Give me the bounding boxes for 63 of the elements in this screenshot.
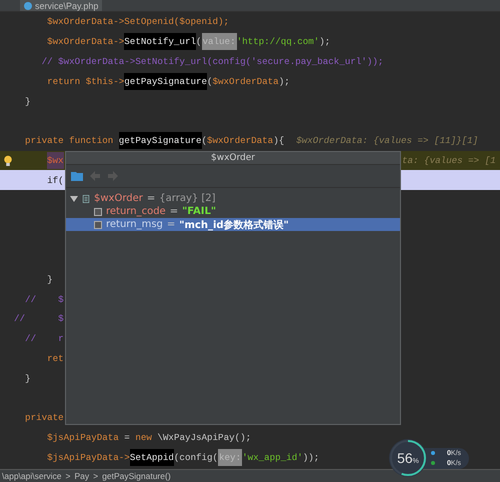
variable: $wxOrderData->SetOpenid($openid); xyxy=(46,16,230,28)
breadcrumb-item[interactable]: Pay xyxy=(74,471,90,481)
inline-value-hint: ta: {values => [1 xyxy=(402,154,496,166)
code-text: \WxPayJsApiPay(); xyxy=(156,432,252,444)
breadcrumb-item[interactable]: getPaySignature() xyxy=(102,471,171,481)
function-name: getPaySignature xyxy=(124,72,207,90)
breadcrumb-separator: > xyxy=(66,471,71,481)
code-text: ( xyxy=(207,76,213,87)
keyword: ret xyxy=(46,352,64,364)
variable: $wxOrderData-> xyxy=(46,36,124,48)
code-text: = xyxy=(123,432,131,444)
breadcrumb-item[interactable]: \app\api\service xyxy=(2,471,62,481)
keyword: private xyxy=(24,412,64,424)
code-text: ); xyxy=(319,36,330,48)
function-name: SetNotify_url xyxy=(124,33,196,50)
equals-sign: = xyxy=(170,206,178,217)
inline-value-hint: $wxOrderData: {values => [11]}[1] xyxy=(296,135,478,146)
variable: $jsApiPayData-> xyxy=(46,452,130,463)
code-text: (config( xyxy=(174,452,218,463)
variable: $wx xyxy=(47,152,64,169)
variable-value: "mch_id参数格式错误" xyxy=(179,218,289,232)
code-comment: // $ xyxy=(13,313,64,324)
file-icon xyxy=(24,2,32,10)
code-text: } xyxy=(24,372,31,384)
equals-sign: = xyxy=(166,219,176,230)
code-text: ); xyxy=(278,76,290,87)
lightbulb-icon[interactable] xyxy=(3,154,13,167)
equals-sign: = xyxy=(146,193,156,204)
code-text: )); xyxy=(302,452,320,463)
upload-dot-icon xyxy=(431,451,435,455)
code-text: ( xyxy=(196,36,202,48)
expand-caret-icon[interactable] xyxy=(70,194,78,202)
variable: $wxOrderData xyxy=(207,135,274,146)
variable: $wxOrderData xyxy=(212,76,279,87)
tree-item[interactable]: $wxOrder = {array} [2] xyxy=(66,192,400,205)
variable-name: $wxOrder xyxy=(94,193,143,204)
code-comment: // r xyxy=(24,333,64,344)
file-tab[interactable]: service\Pay.php xyxy=(20,0,102,11)
tree-item[interactable]: return_msg = "mch_id参数格式错误" xyxy=(66,218,400,231)
variable-name: return_code xyxy=(106,206,166,217)
code-comment: // $ xyxy=(24,294,64,305)
keyword: return $this-> xyxy=(46,76,124,87)
variable-name: return_msg xyxy=(106,219,163,230)
code-text: } xyxy=(46,274,53,285)
function-name: SetAppid xyxy=(130,448,174,466)
function-name: getPaySignature xyxy=(118,132,202,150)
download-dot-icon xyxy=(431,461,435,465)
keyword: private function xyxy=(24,135,114,146)
variable-value: "FAIL" xyxy=(182,206,216,217)
string-literal: 'wx_app_id' xyxy=(242,452,303,463)
string-literal: 'http://qq.com' xyxy=(236,36,320,48)
breadcrumb-separator: > xyxy=(93,471,98,481)
code-text: ( xyxy=(202,135,208,146)
code-comment: // $wxOrderData->SetNotify_url(config('secure.pay_back_url')); xyxy=(40,56,384,67)
variable-value: {array} [2] xyxy=(159,193,216,204)
tree-item[interactable]: return_code = "FAIL" xyxy=(66,205,400,218)
code-text: } xyxy=(24,96,31,107)
code-text: ){ xyxy=(273,135,284,146)
variable: $jsApiPayData xyxy=(46,432,119,444)
code-text: if( xyxy=(46,174,64,186)
array-icon xyxy=(82,194,90,202)
keyword: new xyxy=(135,432,152,444)
popup-title: $wxOrder xyxy=(66,152,400,165)
